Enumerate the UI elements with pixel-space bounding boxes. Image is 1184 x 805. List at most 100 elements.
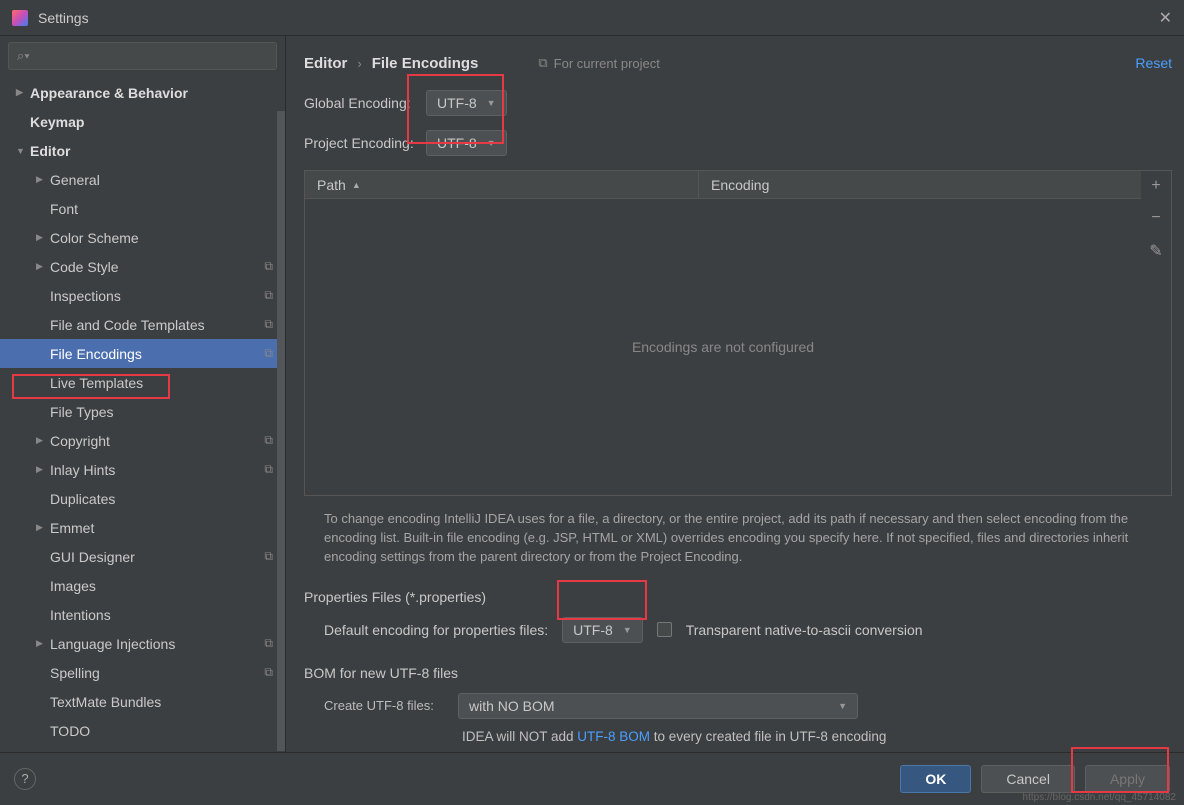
properties-section-title: Properties Files (*.properties) [304,589,1172,605]
ok-button[interactable]: OK [900,765,971,793]
sidebar-item-label: Images [50,578,96,594]
column-encoding[interactable]: Encoding [699,171,1141,198]
sidebar-item-label: Inspections [50,288,121,304]
help-text: To change encoding IntelliJ IDEA uses fo… [324,510,1152,567]
sidebar-item-todo[interactable]: TODO [0,716,285,745]
sidebar-item-label: Keymap [30,114,84,130]
cancel-button[interactable]: Cancel [981,765,1075,793]
bom-label: Create UTF-8 files: [324,698,444,713]
apply-button[interactable]: Apply [1085,765,1170,793]
sidebar-item-textmate-bundles[interactable]: TextMate Bundles [0,687,285,716]
sidebar-item-label: Live Templates [50,375,143,391]
dialog-footer: ? OK Cancel Apply [0,752,1184,804]
sidebar-item-label: Spelling [50,665,100,681]
project-scope-icon: ⧉ [264,462,273,477]
sidebar-item-intentions[interactable]: Intentions [0,600,285,629]
sidebar-item-live-templates[interactable]: Live Templates [0,368,285,397]
sidebar-item-label: Copyright [50,433,110,449]
sidebar-item-images[interactable]: Images [0,571,285,600]
expand-arrow-icon[interactable] [36,638,50,649]
settings-tree: Appearance & Behavior Keymap Editor General… [0,78,285,752]
project-encoding-dropdown[interactable]: UTF-8▼ [426,130,507,156]
sidebar-item-label: Intentions [50,607,111,623]
project-scope-icon: ⧉ [264,259,273,274]
sidebar-item-label: Inlay Hints [50,462,115,478]
transparent-ascii-checkbox[interactable] [657,622,672,637]
expand-arrow-icon[interactable] [36,232,50,243]
help-button[interactable]: ? [14,768,36,790]
sidebar-item-font[interactable]: Font [0,194,285,223]
settings-sidebar: ⌕▾ Appearance & Behavior Keymap Editor Gene… [0,36,286,752]
close-icon[interactable]: ✕ [1159,8,1172,28]
add-icon[interactable]: + [1151,177,1160,195]
properties-encoding-label: Default encoding for properties files: [324,622,548,638]
sidebar-item-label: Font [50,201,78,217]
sidebar-item-gui-designer[interactable]: GUI Designer ⧉ [0,542,285,571]
expand-arrow-icon[interactable] [36,522,50,533]
breadcrumb: Editor › File Encodings ⧉For current pro… [304,50,1172,76]
path-encoding-table: Path▲ Encoding Encodings are not configu… [304,170,1172,496]
sidebar-item-label: Language Injections [50,636,175,652]
sidebar-item-label: Emmet [50,520,94,536]
search-icon: ⌕▾ [17,48,30,64]
remove-icon[interactable]: − [1151,209,1160,227]
project-scope-icon: ⧉ [264,549,273,564]
bom-section-title: BOM for new UTF-8 files [304,665,1172,681]
sidebar-item-label: General [50,172,100,188]
column-path[interactable]: Path▲ [305,171,699,198]
sidebar-item-keymap[interactable]: Keymap [0,107,285,136]
utf8-bom-link[interactable]: UTF-8 BOM [577,729,650,744]
bom-note: IDEA will NOT add UTF-8 BOM to every cre… [304,729,1172,744]
project-scope-icon: ⧉ [264,665,273,680]
global-encoding-label: Global Encoding: [304,95,426,111]
sidebar-item-file-and-code-templates[interactable]: File and Code Templates⧉ [0,310,285,339]
expand-arrow-icon[interactable] [36,174,50,185]
sidebar-item-label: Appearance & Behavior [30,85,188,101]
sidebar-item-inspections[interactable]: Inspections ⧉ [0,281,285,310]
scrollbar[interactable] [277,111,285,751]
project-scope-icon: ⧉ [264,433,273,448]
bom-dropdown[interactable]: with NO BOM▼ [458,693,858,719]
sidebar-item-editor[interactable]: Editor [0,136,285,165]
sidebar-item-file-encodings[interactable]: File Encodings⧉ [0,339,285,368]
sidebar-item-label: Code Style [50,259,118,275]
sidebar-item-label: GUI Designer [50,549,135,565]
sidebar-item-general[interactable]: General [0,165,285,194]
window-title: Settings [38,10,1159,26]
sidebar-item-label: File Encodings [50,346,142,362]
breadcrumb-leaf: File Encodings [372,55,479,72]
expand-arrow-icon[interactable] [16,146,30,156]
sidebar-item-label: TextMate Bundles [50,694,161,710]
sidebar-item-inlay-hints[interactable]: Inlay Hints ⧉ [0,455,285,484]
sidebar-item-label: Color Scheme [50,230,139,246]
titlebar: Settings ✕ [0,0,1184,36]
sidebar-item-label: Duplicates [50,491,115,507]
sidebar-item-color-scheme[interactable]: Color Scheme [0,223,285,252]
sidebar-item-copyright[interactable]: Copyright ⧉ [0,426,285,455]
watermark: https://blog.csdn.net/qq_45714082 [1023,792,1176,803]
sidebar-item-emmet[interactable]: Emmet [0,513,285,542]
search-input[interactable]: ⌕▾ [8,42,277,70]
sidebar-item-language-injections[interactable]: Language Injections ⧉ [0,629,285,658]
project-encoding-label: Project Encoding: [304,135,426,151]
properties-encoding-dropdown[interactable]: UTF-8▼ [562,617,643,643]
expand-arrow-icon[interactable] [36,435,50,446]
edit-icon[interactable]: ✎ [1149,241,1162,261]
main-panel: Editor › File Encodings ⧉For current pro… [286,36,1184,752]
expand-arrow-icon[interactable] [16,87,30,98]
global-encoding-dropdown[interactable]: UTF-8▼ [426,90,507,116]
breadcrumb-root[interactable]: Editor [304,55,347,72]
project-scope-icon: ⧉ [264,636,273,651]
sidebar-item-file-types[interactable]: File Types [0,397,285,426]
sidebar-item-spelling[interactable]: Spelling ⧉ [0,658,285,687]
project-scope-icon: ⧉ [264,317,273,332]
project-scope-icon: ⧉ [264,288,273,303]
sidebar-item-appearance-behavior[interactable]: Appearance & Behavior [0,78,285,107]
sidebar-item-duplicates[interactable]: Duplicates [0,484,285,513]
expand-arrow-icon[interactable] [36,261,50,272]
sidebar-item-label: Editor [30,143,70,159]
expand-arrow-icon[interactable] [36,464,50,475]
sidebar-item-label: TODO [50,723,90,739]
reset-link[interactable]: Reset [1135,55,1172,71]
sidebar-item-code-style[interactable]: Code Style ⧉ [0,252,285,281]
